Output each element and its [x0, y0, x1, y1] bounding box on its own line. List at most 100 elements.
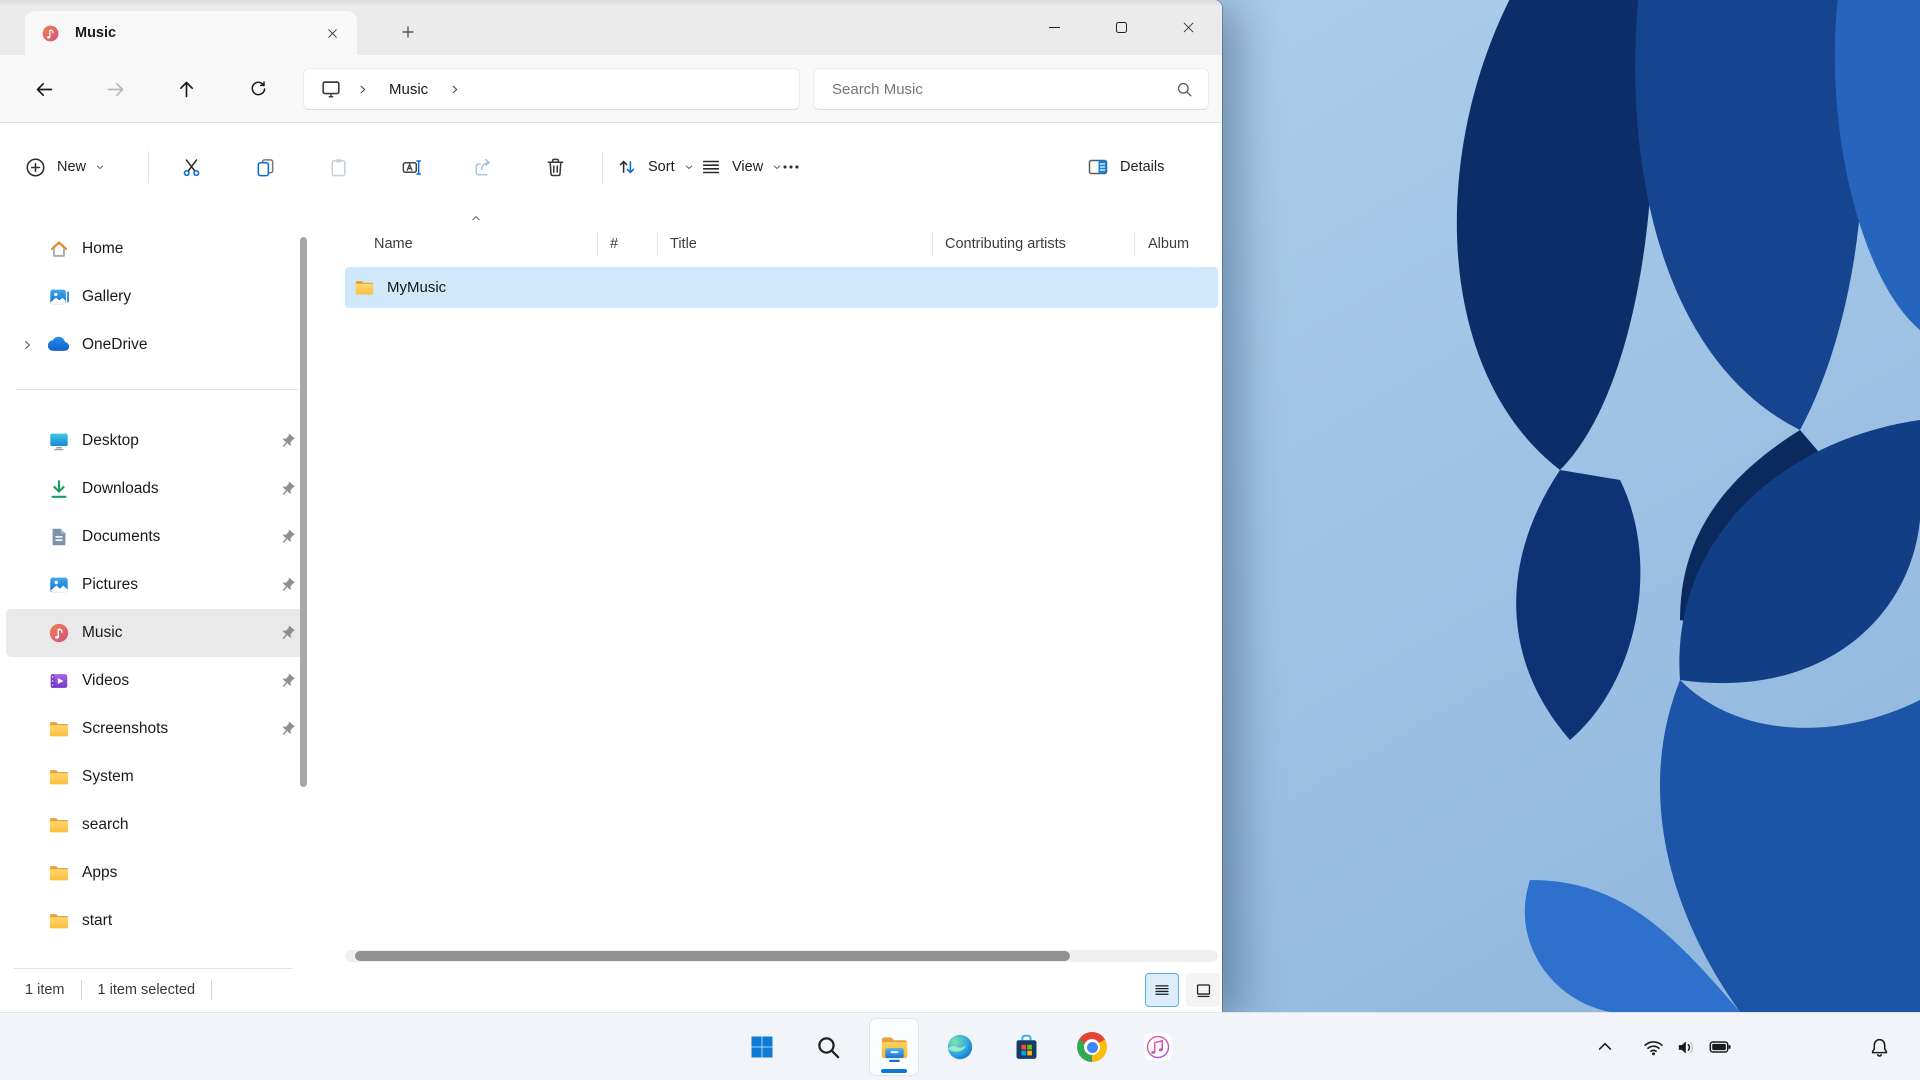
sidebar-item-downloads[interactable]: Downloads	[6, 465, 304, 513]
arrow-up-icon	[179, 81, 193, 97]
tab-title: Music	[75, 25, 117, 41]
pictures-icon	[48, 574, 70, 596]
taskbar-edge-button[interactable]	[936, 1019, 984, 1075]
file-row-mymusic[interactable]: MyMusic	[345, 267, 1218, 308]
column-header-name[interactable]: Name	[345, 232, 598, 256]
pin-icon	[279, 721, 296, 738]
folder-icon	[48, 862, 70, 884]
sidebar-item-search[interactable]: search	[6, 801, 304, 849]
pin-icon	[279, 481, 296, 498]
arrow-right-icon	[107, 82, 123, 96]
documents-icon	[48, 526, 70, 548]
tab-close-icon[interactable]	[319, 20, 345, 46]
horizontal-scrollbar-thumb[interactable]	[355, 951, 1070, 961]
new-button[interactable]: New	[24, 147, 106, 187]
taskbar-chrome-button[interactable]	[1068, 1019, 1116, 1075]
toolbar-divider	[148, 151, 149, 183]
maximize-button[interactable]	[1088, 0, 1155, 55]
taskbar-microsoft-store-button[interactable]	[1002, 1019, 1050, 1075]
details-view-toggle[interactable]	[1145, 973, 1179, 1007]
desktop-icon	[48, 430, 70, 452]
start-button[interactable]	[738, 1019, 786, 1075]
refresh-button[interactable]	[240, 71, 276, 107]
search-input[interactable]	[832, 80, 1175, 98]
sidebar-item-pictures[interactable]: Pictures	[6, 561, 304, 609]
folder-icon	[48, 814, 70, 836]
tab-strip: Music	[0, 0, 1222, 55]
sidebar-item-start[interactable]: start	[6, 897, 304, 945]
folder-icon	[48, 718, 70, 740]
column-header-contributing-artists[interactable]: Contributing artists	[933, 232, 1135, 256]
forward-button[interactable]	[97, 71, 133, 107]
search-icon[interactable]	[1175, 80, 1194, 99]
explorer-tab-music[interactable]: Music	[25, 11, 357, 55]
music-folder-icon	[41, 24, 63, 43]
sidebar-scrollbar[interactable]	[300, 237, 307, 787]
up-button[interactable]	[168, 71, 204, 107]
sidebar-item-screenshots[interactable]: Screenshots	[6, 705, 304, 753]
window-content: Home Gallery OneDrive Desktop Downloads …	[0, 212, 1222, 968]
pin-icon	[279, 577, 296, 594]
column-header-number[interactable]: #	[598, 232, 658, 256]
file-name: MyMusic	[387, 279, 447, 296]
taskbar	[0, 1012, 1920, 1080]
taskbar-file-explorer-button[interactable]	[870, 1019, 918, 1075]
sidebar-item-gallery[interactable]: Gallery	[6, 273, 304, 321]
rename-icon	[402, 159, 421, 175]
breadcrumb-chevron-icon[interactable]	[448, 83, 461, 96]
sidebar-item-apps[interactable]: Apps	[6, 849, 304, 897]
rename-button[interactable]	[389, 147, 433, 187]
file-list-pane: Name # Title Contributing artists Album …	[345, 212, 1218, 968]
copy-button[interactable]	[243, 147, 287, 187]
home-icon	[48, 238, 70, 260]
ellipsis-icon	[783, 165, 799, 169]
details-pane-button[interactable]: Details	[1086, 147, 1172, 187]
navigation-sidebar: Home Gallery OneDrive Desktop Downloads …	[0, 212, 318, 968]
pin-icon	[279, 433, 296, 450]
item-count: 1 item	[25, 982, 65, 998]
tray-status-button[interactable]	[1637, 1030, 1737, 1064]
sort-button[interactable]: Sort	[616, 147, 695, 187]
paste-button[interactable]	[316, 147, 360, 187]
cut-button[interactable]	[169, 147, 213, 187]
sidebar-item-home[interactable]: Home	[6, 225, 304, 273]
downloads-icon	[48, 478, 70, 500]
window-controls	[1021, 0, 1222, 55]
taskbar-search-button[interactable]	[804, 1019, 852, 1075]
expand-chevron-icon[interactable]	[6, 338, 48, 352]
taskbar-apps	[738, 1019, 1182, 1075]
close-button[interactable]	[1155, 0, 1222, 55]
status-divider	[80, 980, 82, 1000]
address-bar[interactable]: Music	[303, 68, 800, 110]
more-options-button[interactable]	[769, 147, 813, 187]
sidebar-item-onedrive[interactable]: OneDrive	[6, 321, 304, 369]
breadcrumb-item-music[interactable]: Music	[383, 77, 434, 102]
pin-icon	[279, 529, 296, 546]
share-button[interactable]	[461, 147, 505, 187]
sidebar-item-system[interactable]: System	[6, 753, 304, 801]
column-header-album[interactable]: Album	[1135, 232, 1218, 256]
new-tab-button[interactable]	[392, 16, 424, 48]
large-icons-view-toggle[interactable]	[1186, 973, 1220, 1007]
sidebar-item-videos[interactable]: Videos	[6, 657, 304, 705]
this-pc-monitor-icon[interactable]	[320, 78, 342, 100]
back-button[interactable]	[26, 71, 62, 107]
column-headers: Name # Title Contributing artists Album	[345, 226, 1218, 262]
sidebar-item-desktop[interactable]: Desktop	[6, 417, 304, 465]
details-view-icon	[1155, 985, 1169, 995]
column-header-title[interactable]: Title	[658, 232, 933, 256]
minimize-button[interactable]	[1021, 0, 1088, 55]
horizontal-scrollbar[interactable]	[345, 950, 1218, 962]
sidebar-item-music[interactable]: Music	[6, 609, 304, 657]
breadcrumb-chevron-icon[interactable]	[356, 83, 369, 96]
details-pane-icon	[1088, 159, 1108, 175]
tray-overflow-button[interactable]	[1589, 1030, 1621, 1064]
sidebar-item-documents[interactable]: Documents	[6, 513, 304, 561]
taskbar-music-app-button[interactable]	[1134, 1019, 1182, 1075]
trash-icon	[547, 158, 563, 176]
delete-button[interactable]	[533, 147, 577, 187]
list-lines-icon	[702, 160, 720, 174]
notification-bell-button[interactable]	[1862, 1030, 1896, 1064]
folder-icon	[48, 910, 70, 932]
battery-icon	[1709, 1041, 1731, 1053]
